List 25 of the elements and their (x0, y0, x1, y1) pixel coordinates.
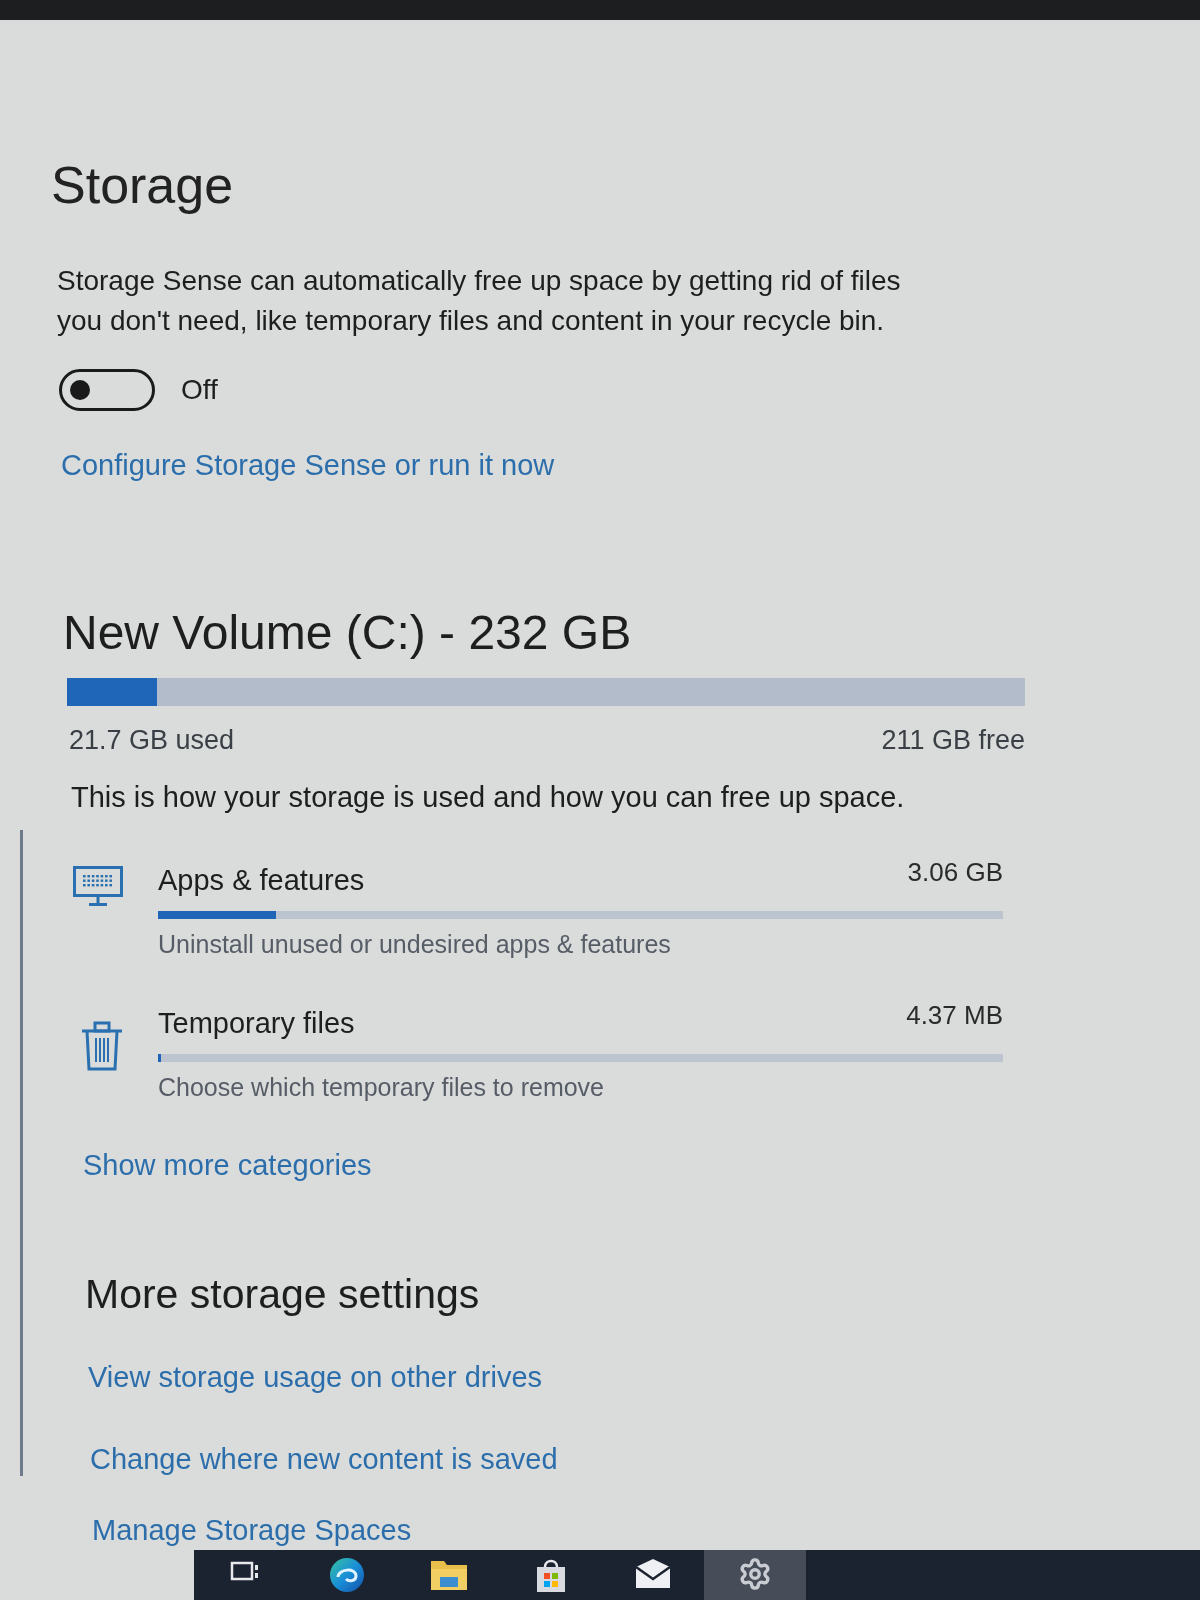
used-space-label: 21.7 GB used (69, 724, 235, 756)
swirl-circle-icon (329, 1557, 365, 1593)
text-link[interactable]: Show more categories (83, 1148, 372, 1182)
category-name[interactable]: Apps & features (158, 864, 365, 896)
text-link[interactable]: Configure Storage Sense or run it now (61, 448, 555, 482)
toggle-state-label: Off (181, 374, 218, 406)
section-title: More storage settings (85, 1270, 480, 1319)
text-link[interactable]: View storage usage on other drives (88, 1360, 543, 1394)
category-description: Uninstall unused or undesired apps & features (158, 929, 672, 959)
text-link[interactable]: Manage Storage Spaces (92, 1513, 412, 1547)
category-size: 3.06 GB (907, 856, 1003, 888)
category-description: Choose which temporary files to remove (158, 1072, 606, 1102)
trash-icon (81, 1021, 123, 1071)
text-link[interactable]: Change where new content is saved (90, 1442, 558, 1476)
category-size: 4.37 MB (906, 999, 1003, 1031)
description-text: Storage Sense can automatically free up space by getting rid of files you don't need, like temporary files and content in your recycle bin. (57, 264, 902, 338)
volume-title: New Volume (C:) - 232 GB (63, 605, 632, 661)
envelope-icon (634, 1557, 672, 1589)
free-space-label: 211 GB free (881, 724, 1025, 756)
summary-text: This is how your storage is used and how you can free up space. (71, 780, 905, 814)
settings-icon (738, 1557, 772, 1591)
page-title: Storage (51, 155, 234, 215)
toggle-switch[interactable] (59, 369, 155, 411)
monitor-icon (73, 866, 123, 906)
category-name[interactable]: Temporary files (158, 1007, 355, 1039)
